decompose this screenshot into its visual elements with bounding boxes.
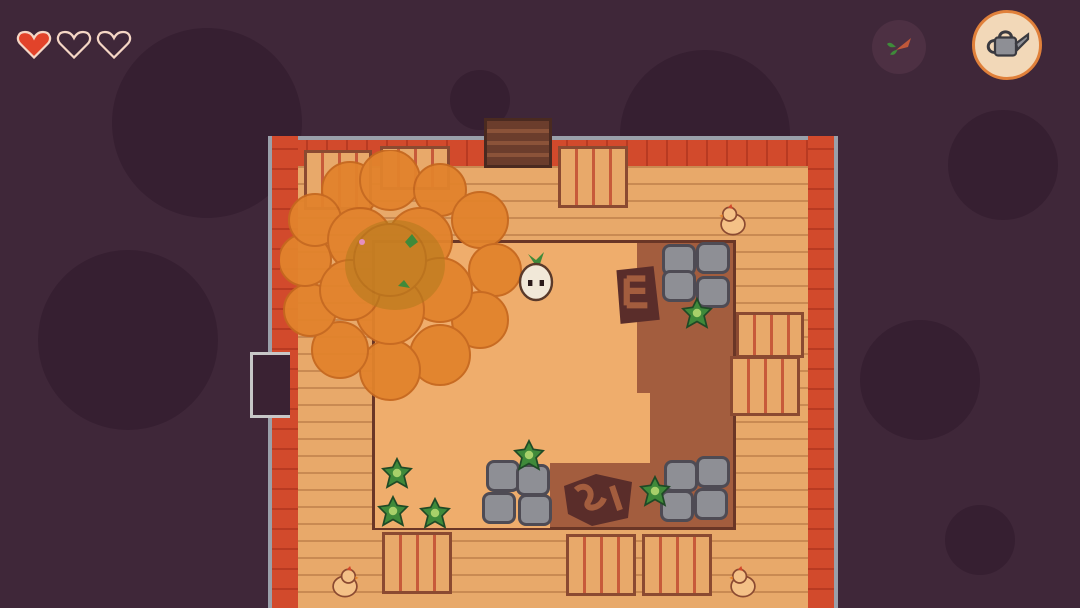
rock[interactable] bbox=[696, 242, 730, 274]
room-wall-right bbox=[808, 136, 838, 608]
plant-sprout[interactable] bbox=[418, 496, 452, 530]
wooden-crate[interactable] bbox=[730, 356, 800, 416]
wooden-crate[interactable] bbox=[642, 534, 712, 596]
plant-sprout[interactable] bbox=[512, 438, 546, 472]
background-blob bbox=[945, 505, 1015, 575]
plant-sprout[interactable] bbox=[376, 494, 410, 528]
equipped-tool-slot[interactable] bbox=[972, 10, 1042, 80]
plant-sprout[interactable] bbox=[680, 296, 714, 330]
heart-empty-icon bbox=[56, 30, 92, 60]
wooden-crate[interactable] bbox=[566, 534, 636, 596]
heart-full-icon bbox=[16, 30, 52, 60]
chicken[interactable] bbox=[328, 566, 362, 600]
plant-sprout[interactable] bbox=[380, 456, 414, 490]
rune-glyph bbox=[564, 474, 632, 526]
watering-can-icon bbox=[986, 30, 1030, 57]
carrot-sprout-icon bbox=[887, 38, 911, 55]
wooden-crate[interactable] bbox=[558, 146, 628, 208]
background-blob bbox=[38, 250, 218, 430]
inventory-slot[interactable] bbox=[872, 20, 926, 74]
plant-sprout[interactable] bbox=[638, 474, 672, 508]
rock[interactable] bbox=[482, 492, 516, 524]
chicken[interactable] bbox=[716, 204, 750, 238]
rock[interactable] bbox=[518, 494, 552, 526]
sand-patch bbox=[550, 393, 650, 463]
rock[interactable] bbox=[696, 456, 730, 488]
background-blob bbox=[948, 110, 1058, 220]
player-turnip-character bbox=[518, 252, 554, 302]
rock[interactable] bbox=[694, 488, 728, 520]
health-bar bbox=[16, 26, 132, 62]
rune-glyph bbox=[616, 266, 660, 324]
wooden-crate[interactable] bbox=[736, 312, 804, 358]
background-blob bbox=[860, 320, 980, 440]
autumn-bush bbox=[280, 150, 522, 401]
chicken[interactable] bbox=[726, 566, 760, 600]
wooden-crate[interactable] bbox=[382, 532, 452, 594]
heart-empty-icon bbox=[96, 30, 132, 60]
